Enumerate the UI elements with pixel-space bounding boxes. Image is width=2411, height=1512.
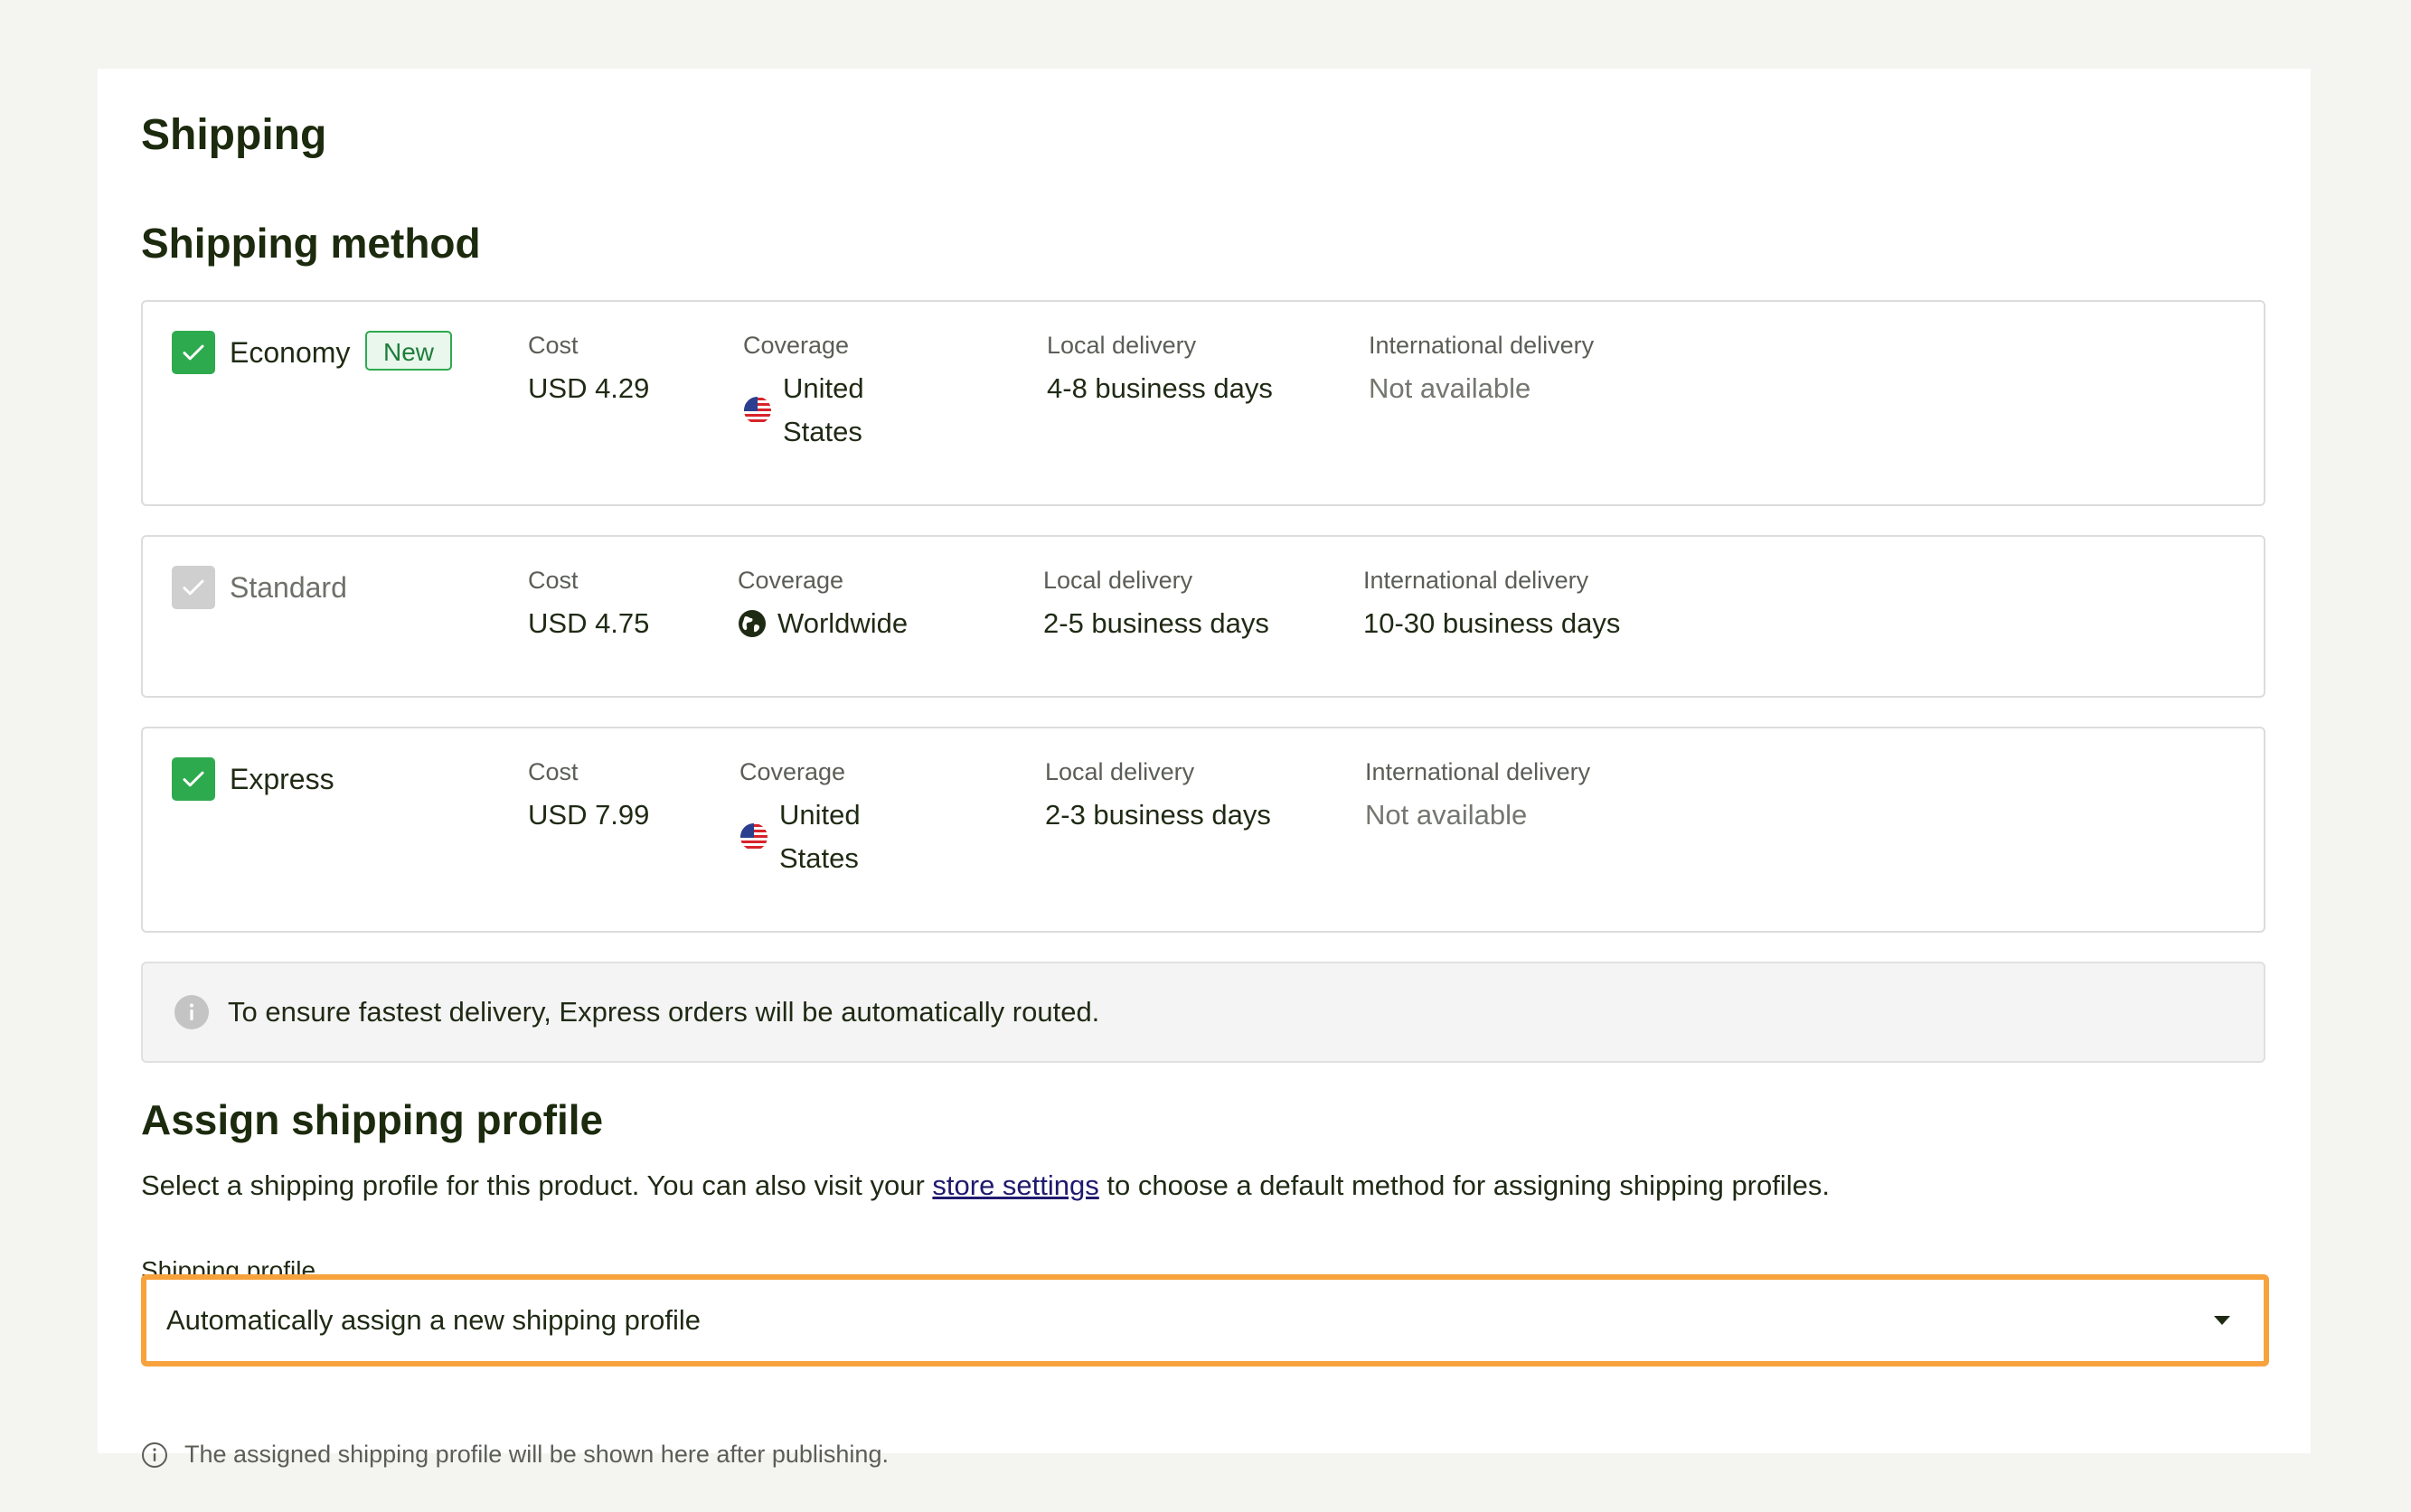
shipping-profile-select[interactable]: Automatically assign a new shipping prof… bbox=[141, 1274, 2269, 1366]
shipping-profile-selected-value: Automatically assign a new shipping prof… bbox=[166, 1304, 702, 1336]
economy-checkbox[interactable] bbox=[172, 331, 215, 374]
info-outline-icon bbox=[142, 1442, 167, 1468]
check-icon bbox=[183, 579, 204, 596]
new-badge: New bbox=[365, 331, 453, 371]
check-icon bbox=[183, 771, 204, 787]
local-delivery-label: Local delivery bbox=[1043, 567, 1193, 594]
helper-text: The assigned shipping profile will be sh… bbox=[184, 1441, 889, 1468]
us-flag-icon bbox=[744, 397, 771, 424]
express-coverage-line1: United bbox=[779, 799, 861, 831]
store-settings-link[interactable]: store settings bbox=[932, 1169, 1098, 1201]
assign-profile-title: Assign shipping profile bbox=[141, 1096, 604, 1143]
coverage-label: Coverage bbox=[743, 332, 850, 359]
standard-checkbox bbox=[172, 566, 215, 609]
economy-local-delivery: 4-8 business days bbox=[1047, 372, 1273, 404]
economy-name: Economy bbox=[230, 336, 351, 369]
check-icon bbox=[183, 344, 204, 361]
shipping-method-title: Shipping method bbox=[141, 220, 481, 267]
standard-coverage: Worldwide bbox=[738, 602, 908, 645]
express-local-delivery: 2-3 business days bbox=[1045, 799, 1271, 831]
express-coverage: United States bbox=[739, 794, 888, 880]
caret-down-icon bbox=[2214, 1316, 2230, 1325]
coverage-label: Coverage bbox=[739, 758, 846, 785]
express-coverage-line2: States bbox=[779, 842, 859, 874]
local-delivery-label: Local delivery bbox=[1045, 758, 1195, 785]
shipping-profile-helper: The assigned shipping profile will be sh… bbox=[141, 1441, 889, 1469]
economy-coverage-line2: States bbox=[783, 416, 862, 447]
international-delivery-label: International delivery bbox=[1363, 567, 1589, 594]
standard-cost: USD 4.75 bbox=[528, 607, 650, 639]
standard-coverage-text: Worldwide bbox=[777, 607, 909, 639]
info-icon bbox=[174, 995, 209, 1029]
us-flag-icon bbox=[740, 823, 768, 850]
express-routing-notice: To ensure fastest delivery, Express orde… bbox=[141, 962, 2265, 1063]
globe-icon bbox=[739, 610, 766, 637]
page-title: Shipping bbox=[141, 111, 327, 159]
standard-international-delivery: 10-30 business days bbox=[1363, 607, 1621, 639]
notice-text: To ensure fastest delivery, Express orde… bbox=[228, 996, 1100, 1028]
international-delivery-label: International delivery bbox=[1365, 758, 1591, 785]
local-delivery-label: Local delivery bbox=[1047, 332, 1197, 359]
international-delivery-label: International delivery bbox=[1369, 332, 1595, 359]
shipping-card: Shipping Shipping method Economy New Cos… bbox=[98, 69, 2311, 1468]
cost-label: Cost bbox=[528, 567, 579, 594]
shipping-method-economy: Economy New Cost USD 4.29 Coverage Unite… bbox=[141, 300, 2265, 506]
shipping-method-standard: Standard Cost USD 4.75 Coverage Worldwid… bbox=[141, 535, 2265, 698]
assign-profile-description: Select a shipping profile for this produ… bbox=[141, 1166, 1830, 1206]
coverage-label: Coverage bbox=[738, 567, 844, 594]
express-name: Express bbox=[230, 763, 334, 795]
economy-international-delivery: Not available bbox=[1369, 372, 1531, 404]
standard-name: Standard bbox=[230, 571, 347, 604]
economy-cost: USD 4.29 bbox=[528, 372, 650, 404]
economy-coverage: United States bbox=[743, 367, 891, 454]
cost-label: Cost bbox=[528, 758, 579, 785]
express-checkbox[interactable] bbox=[172, 757, 215, 801]
description-text-after: to choose a default method for assigning… bbox=[1098, 1169, 1830, 1201]
cost-label: Cost bbox=[528, 332, 579, 359]
standard-local-delivery: 2-5 business days bbox=[1043, 607, 1269, 639]
economy-coverage-line1: United bbox=[783, 372, 864, 404]
shipping-method-express: Express Cost USD 7.99 Coverage United St bbox=[141, 727, 2265, 933]
description-text: Select a shipping profile for this produ… bbox=[141, 1169, 933, 1201]
express-cost: USD 7.99 bbox=[528, 799, 650, 831]
express-international-delivery: Not available bbox=[1365, 799, 1528, 831]
